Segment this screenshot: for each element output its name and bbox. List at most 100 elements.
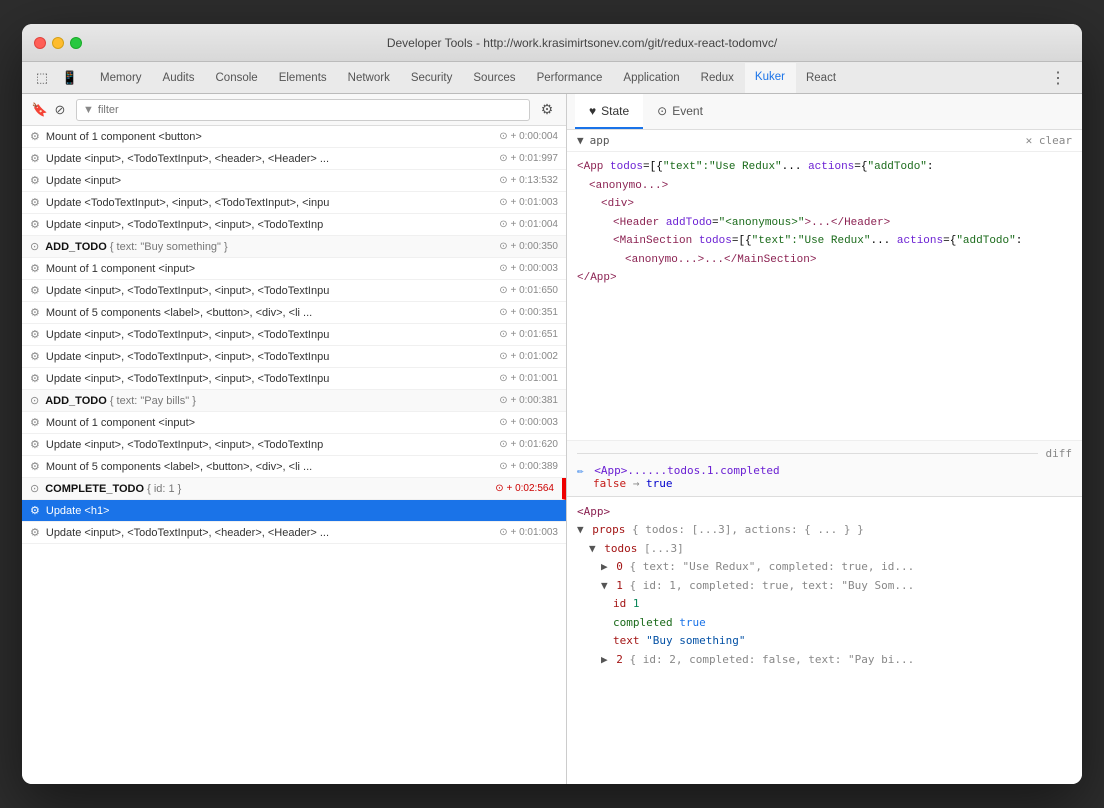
heart-icon: ♥ xyxy=(589,104,596,118)
list-item[interactable]: ⚙ Mount of 5 components <label>, <button… xyxy=(22,456,566,478)
event-label: Update <input>, <TodoTextInput>, <input>… xyxy=(46,351,491,363)
event-label: Update <input>, <TodoTextInput>, <input>… xyxy=(46,373,491,385)
tab-sources[interactable]: Sources xyxy=(463,62,526,93)
event-time: ⊙ + 0:00:003 xyxy=(499,417,558,428)
right-panel: ♥ State ⊙ Event ▼ app ✕ clear xyxy=(567,94,1082,784)
event-label: Mount of 1 component <input> xyxy=(46,263,491,275)
list-item[interactable]: ⚙ Update <input>, <TodoTextInput>, <inpu… xyxy=(22,324,566,346)
tree-line: <anonymo...>...</MainSection> xyxy=(577,251,1072,270)
event-label: COMPLETE_TODO { id: 1 } xyxy=(45,483,487,495)
update-icon: ⚙ xyxy=(30,438,40,451)
list-item[interactable]: ⚙ Mount of 5 components <label>, <button… xyxy=(22,302,566,324)
tab-security[interactable]: Security xyxy=(401,62,464,93)
left-panel: 🔖 ⊘ ▼ ⚙ ⚙ Mount of 1 component <button> … xyxy=(22,94,567,784)
list-item[interactable]: ⊙ ADD_TODO { text: "Pay bills" } ⊙ + 0:0… xyxy=(22,390,566,412)
list-item[interactable]: ⚙ Update <input>, <TodoTextInput>, <head… xyxy=(22,148,566,170)
filter-input[interactable] xyxy=(98,104,523,116)
tab-console[interactable]: Console xyxy=(206,62,269,93)
props-tree-node: ▼ todos [...3] ▶ 0 { text: "U xyxy=(577,540,1072,670)
cancel-icon[interactable]: ⊘ xyxy=(50,100,70,120)
event-label: Update <h1> xyxy=(46,505,550,517)
list-item[interactable]: ⚙ Update <input>, <TodoTextInput>, <inpu… xyxy=(22,214,566,236)
tab-icons: ⬚ 📱 xyxy=(30,66,82,90)
update-icon: ⚙ xyxy=(30,306,40,319)
list-item[interactable]: ⚙ Update <input>, <TodoTextInput>, <head… xyxy=(22,522,566,544)
event-time: ⊙ + 0:01:997 xyxy=(499,153,558,164)
update-icon: ⚙ xyxy=(30,152,40,165)
update-icon: ⚙ xyxy=(30,416,40,429)
item1-completed: completed true xyxy=(613,614,1072,633)
update-icon: ⚙ xyxy=(30,130,40,143)
event-label: Update <TodoTextInput>, <input>, <TodoTe… xyxy=(46,197,491,209)
tab-audits[interactable]: Audits xyxy=(153,62,206,93)
diff-line: ✏ <App>......todos.1.completed xyxy=(577,464,1072,477)
list-item[interactable]: ⚙ Mount of 1 component <button> ⊙ + 0:00… xyxy=(22,126,566,148)
window-title: Developer Tools - http://work.krasimirts… xyxy=(94,36,1070,50)
circle-icon: ⊙ xyxy=(657,104,667,118)
tab-kuker[interactable]: Kuker xyxy=(745,63,796,94)
more-tabs-icon[interactable]: ⋮ xyxy=(1042,68,1074,88)
event-time: ⊙ + 0:01:002 xyxy=(499,351,558,362)
tab-react[interactable]: React xyxy=(796,62,847,93)
events-list: ⚙ Mount of 1 component <button> ⊙ + 0:00… xyxy=(22,126,566,784)
tab-redux[interactable]: Redux xyxy=(691,62,745,93)
event-time: ⊙ + 0:00:004 xyxy=(499,131,558,142)
list-item[interactable]: ⊙ ADD_TODO { text: "Buy something" } ⊙ +… xyxy=(22,236,566,258)
event-label: Update <input>, <TodoTextInput>, <header… xyxy=(46,527,491,539)
list-item[interactable]: ⚙ Update <h1> xyxy=(22,500,566,522)
maximize-button[interactable] xyxy=(70,37,82,49)
tab-event[interactable]: ⊙ Event xyxy=(643,94,717,129)
event-label: ADD_TODO { text: "Pay bills" } xyxy=(45,395,491,407)
event-label: Update <input>, <TodoTextInput>, <input>… xyxy=(46,285,491,297)
expand-item1[interactable]: ▼ xyxy=(601,579,608,592)
event-label: Update <input>, <TodoTextInput>, <header… xyxy=(46,153,491,165)
event-time: ⊙ + 0:13:532 xyxy=(499,175,558,186)
item1-props: id 1 completed true xyxy=(601,595,1072,651)
update-icon: ⚙ xyxy=(30,372,40,385)
event-time: ⊙ + 0:00:389 xyxy=(499,461,558,472)
props-line: ▼ props { todos: [...3], actions: { ... … xyxy=(577,521,1072,540)
update-icon: ⚙ xyxy=(30,526,40,539)
settings-icon[interactable]: ⚙ xyxy=(536,99,558,121)
prop-tree: <App> ▼ props { todos: [...3], actions: … xyxy=(577,503,1072,670)
action-icon: ⊙ xyxy=(30,482,39,495)
inspect-icon[interactable]: ⬚ xyxy=(30,66,54,90)
tab-state[interactable]: ♥ State xyxy=(575,94,643,129)
expand-todos[interactable]: ▼ xyxy=(589,542,596,555)
event-label: Mount of 1 component <button> xyxy=(46,131,491,143)
tab-memory[interactable]: Memory xyxy=(90,62,153,93)
tab-elements[interactable]: Elements xyxy=(269,62,338,93)
component-tree: <App todos=[{"text":"Use Redux"... actio… xyxy=(567,152,1082,440)
list-item[interactable]: ⚙ Update <input>, <TodoTextInput>, <inpu… xyxy=(22,280,566,302)
list-item[interactable]: ⊙ COMPLETE_TODO { id: 1 } ⊙ + 0:02:564 xyxy=(22,478,566,500)
event-time: ⊙ + 0:00:350 xyxy=(499,241,558,252)
todo-item-0: ▶ 0 { text: "Use Redux", completed: true… xyxy=(601,558,1072,577)
bookmark-icon[interactable]: 🔖 xyxy=(30,100,50,120)
event-time: ⊙ + 0:01:650 xyxy=(499,285,558,296)
expand-props[interactable]: ▼ xyxy=(577,523,584,536)
list-item[interactable]: ⚙ Update <input> ⊙ + 0:13:532 xyxy=(22,170,566,192)
list-item[interactable]: ⚙ Update <input>, <TodoTextInput>, <inpu… xyxy=(22,346,566,368)
tab-application[interactable]: Application xyxy=(613,62,690,93)
tab-performance[interactable]: Performance xyxy=(527,62,614,93)
update-icon: ⚙ xyxy=(30,284,40,297)
event-time: ⊙ + 0:01:003 xyxy=(499,527,558,538)
list-item[interactable]: ⚙ Mount of 1 component <input> ⊙ + 0:00:… xyxy=(22,412,566,434)
diff-label: diff xyxy=(577,447,1072,460)
event-time: ⊙ + 0:01:003 xyxy=(499,197,558,208)
device-icon[interactable]: 📱 xyxy=(58,66,82,90)
list-item[interactable]: ⚙ Update <input>, <TodoTextInput>, <inpu… xyxy=(22,434,566,456)
props-section: <App> ▼ props { todos: [...3], actions: … xyxy=(567,496,1082,785)
tree-line: <App todos=[{"text":"Use Redux"... actio… xyxy=(577,158,1072,177)
list-item[interactable]: ⚙ Mount of 1 component <input> ⊙ + 0:00:… xyxy=(22,258,566,280)
expand-item2[interactable]: ▶ xyxy=(601,653,608,666)
event-time: ⊙ + 0:00:351 xyxy=(499,307,558,318)
pencil-icon: ✏ xyxy=(577,464,584,477)
tab-network[interactable]: Network xyxy=(338,62,401,93)
minimize-button[interactable] xyxy=(52,37,64,49)
clear-button[interactable]: ✕ clear xyxy=(1026,134,1072,147)
list-item[interactable]: ⚙ Update <TodoTextInput>, <input>, <Todo… xyxy=(22,192,566,214)
close-button[interactable] xyxy=(34,37,46,49)
expand-item0[interactable]: ▶ xyxy=(601,560,608,573)
list-item[interactable]: ⚙ Update <input>, <TodoTextInput>, <inpu… xyxy=(22,368,566,390)
